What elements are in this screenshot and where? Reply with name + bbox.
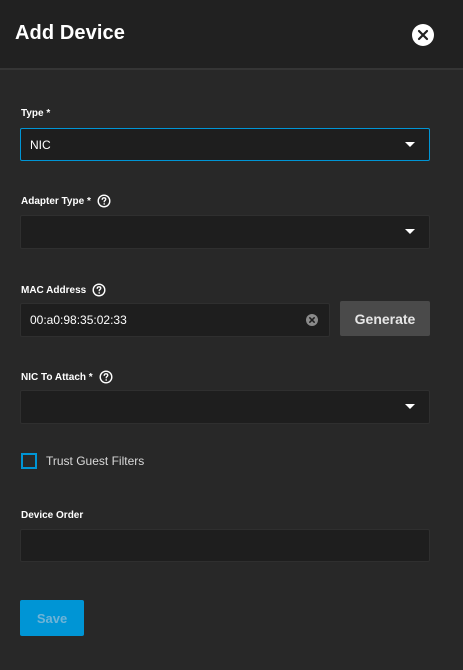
device-order-input[interactable] [20,529,430,562]
type-select-value: NIC [30,137,51,152]
close-icon [417,29,429,41]
help-icon[interactable] [99,370,113,384]
mac-address-input[interactable]: 00:a0:98:35:02:33 [20,303,330,337]
type-select[interactable]: NIC [20,128,430,161]
dialog-header: Add Device [0,0,463,70]
adapter-type-select[interactable] [20,215,430,249]
trust-guest-filters-checkbox[interactable] [21,453,37,469]
mac-address-value: 00:a0:98:35:02:33 [30,313,127,327]
device-order-label: Device Order [21,510,84,521]
type-label: Type * [21,108,51,119]
save-button[interactable]: Save [20,600,84,636]
nic-to-attach-select[interactable] [20,390,430,424]
mac-address-label: MAC Address [21,283,106,297]
chevron-down-icon [405,229,415,234]
trust-guest-filters-label: Trust Guest Filters [46,454,145,468]
help-icon[interactable] [97,194,111,208]
clear-icon[interactable] [306,314,318,326]
nic-to-attach-label: NIC To Attach * [21,370,113,384]
generate-button[interactable]: Generate [340,301,430,336]
chevron-down-icon [405,141,415,147]
help-icon[interactable] [92,283,106,297]
close-button[interactable] [412,24,434,46]
adapter-type-label: Adapter Type * [21,194,111,208]
dialog-title: Add Device [15,22,125,44]
chevron-down-icon [405,404,415,409]
trust-guest-filters-checkbox-row[interactable]: Trust Guest Filters [21,453,144,469]
add-device-dialog: Add Device Type * NIC Adapter Type * MAC… [0,0,463,670]
